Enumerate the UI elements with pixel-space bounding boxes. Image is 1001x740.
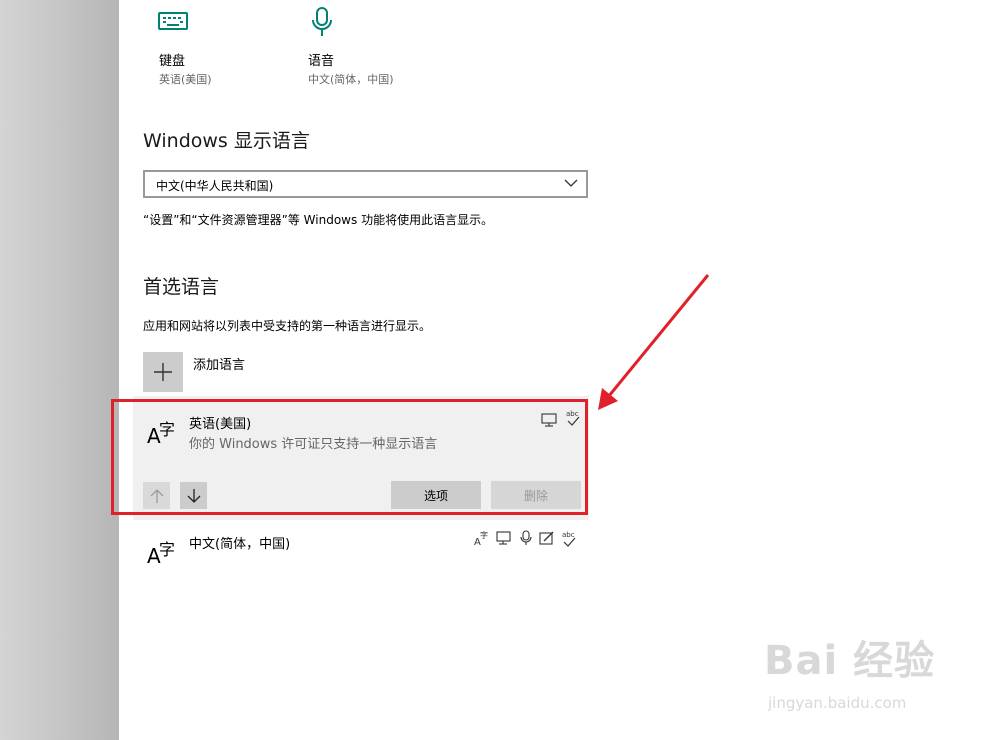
keyboard-sublabel: 英语(美国) <box>159 73 212 86</box>
dropdown-value: 中文(中华人民共和国) <box>156 179 274 193</box>
keyboard-icon <box>158 12 188 30</box>
speech-sublabel: 中文(简体，中国) <box>308 73 394 86</box>
preferred-languages-description: 应用和网站将以列表中受支持的第一种语言进行显示。 <box>143 319 432 333</box>
display-language-dropdown[interactable]: 中文(中华人民共和国) <box>143 170 588 198</box>
speech-label: 语音 <box>308 54 335 69</box>
add-language-button[interactable] <box>143 352 183 392</box>
display-icon <box>496 531 511 545</box>
language-item-chinese[interactable]: 中文(简体，中国) <box>189 533 290 552</box>
keyboard-label: 键盘 <box>159 54 186 69</box>
chevron-down-icon <box>564 179 578 187</box>
left-sidebar <box>0 0 119 740</box>
keyboard-tile[interactable] <box>158 10 188 36</box>
language-pack-icon: A 字 <box>474 530 488 546</box>
highlight-box <box>111 399 588 515</box>
handwriting-icon <box>539 531 554 545</box>
display-language-note: “设置”和“文件资源管理器”等 Windows 功能将使用此语言显示。 <box>143 213 494 227</box>
plus-icon <box>154 363 172 381</box>
svg-text:abc: abc <box>562 531 575 539</box>
preferred-languages-title: 首选语言 <box>143 276 220 298</box>
baidu-watermark-url: jingyan.baidu.com <box>768 694 907 712</box>
svg-text:字: 字 <box>480 530 488 540</box>
add-language-label[interactable]: 添加语言 <box>193 354 245 373</box>
annotation-arrow-icon <box>598 274 710 410</box>
display-language-title: Windows 显示语言 <box>143 130 310 152</box>
spellcheck-icon: abc <box>562 531 576 547</box>
microphone-icon <box>312 7 332 36</box>
chinese-feature-icons: A 字 abc <box>474 530 577 548</box>
speech-tile[interactable] <box>310 6 334 42</box>
language-glyph-icon: A字 <box>147 540 176 568</box>
baidu-watermark: Bai 经验 <box>764 638 936 684</box>
microphone-icon <box>520 530 532 545</box>
